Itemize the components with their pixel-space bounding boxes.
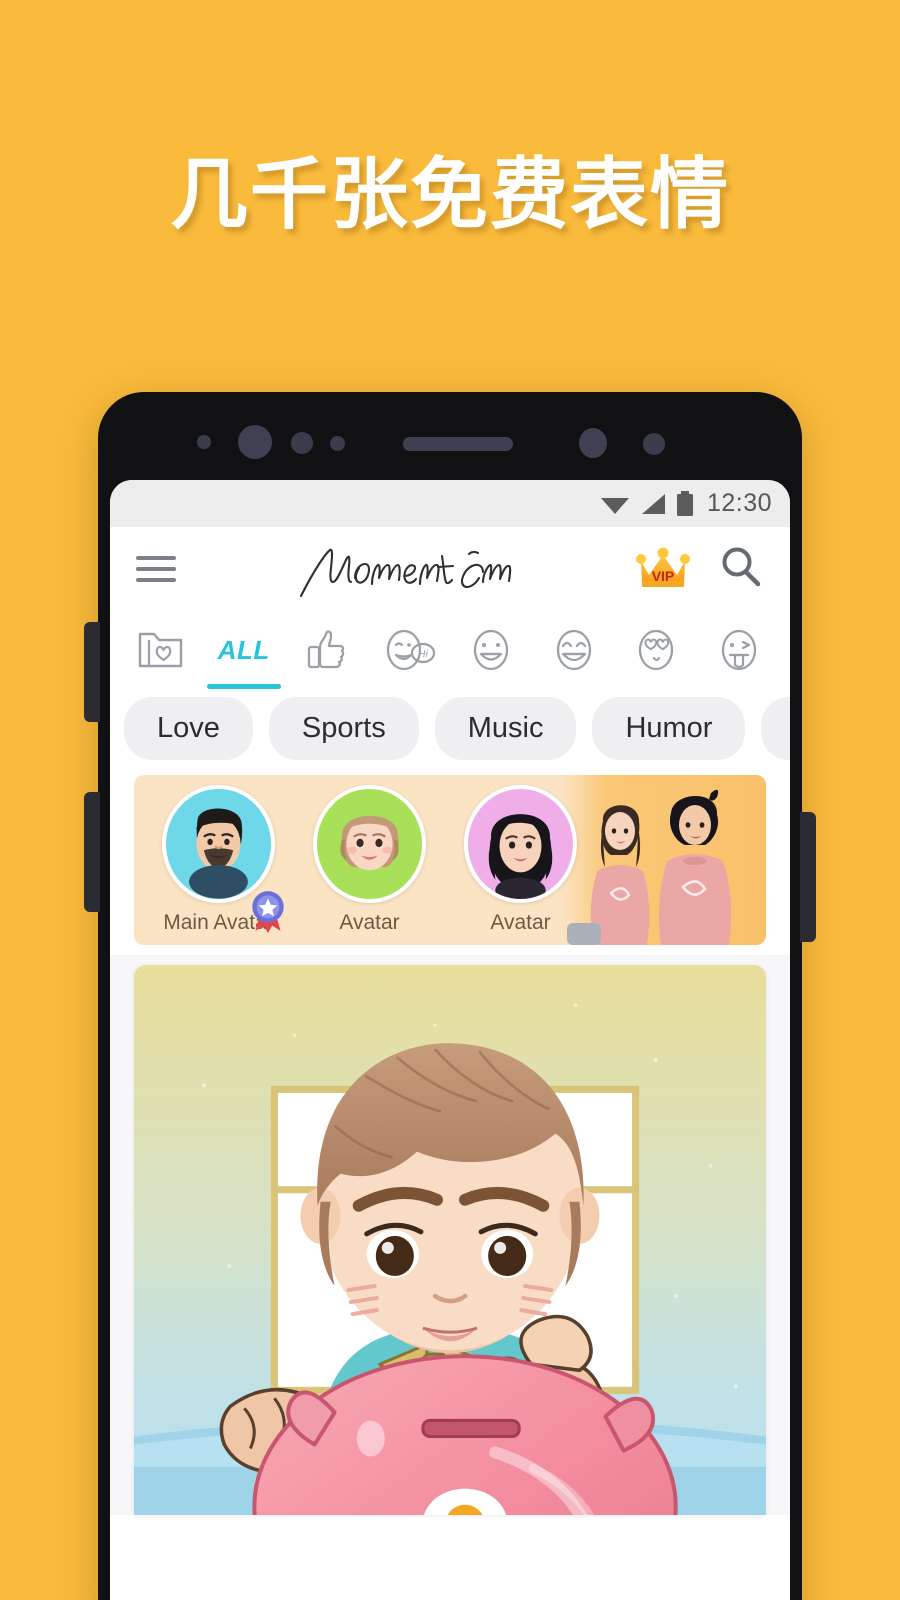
tab-love[interactable] [615,611,698,689]
wifi-icon [600,497,629,514]
vip-label: VIP [652,568,675,584]
phone-mockup: 12:30 VIP ALL Hi Love Sports Music Humor… [84,392,816,1600]
app-logo [176,538,636,600]
front-camera-icon [238,425,272,459]
couple-illustration-icon [567,789,731,945]
menu-bar-1 [136,556,176,560]
power-button[interactable] [800,812,816,942]
phone-top-bezel [98,392,802,480]
chip-humor[interactable]: Humor [592,696,746,760]
category-tab-bar: ALL Hi [110,611,790,689]
tab-all[interactable]: ALL [203,611,286,689]
search-icon [722,547,761,586]
face-hi-bubble-icon: Hi [386,629,435,671]
couple-promo-tile[interactable] [561,775,766,945]
volume-down-button[interactable] [84,792,100,912]
tab-laugh[interactable] [533,611,616,689]
avatar-strip-wrapper: Main Avatar Avatar Avatar [110,767,790,955]
chip-love[interactable]: Love [124,696,253,760]
sensor-dot-icon [643,433,665,455]
chip-romance[interactable]: Rom [761,696,790,760]
menu-icon[interactable] [136,556,176,582]
child-piggybank-illustration-icon [134,965,766,1515]
momentcam-wordmark-icon [299,548,511,598]
battery-icon [676,490,693,516]
thumbs-up-icon [308,630,345,669]
menu-bar-3 [136,578,176,582]
featured-content-area [110,955,790,1515]
folder-heart-icon [139,632,183,668]
tab-all-label: ALL [217,634,270,665]
chip-music[interactable]: Music [434,696,577,760]
avatar-label: Avatar [490,911,551,934]
avatar[interactable] [313,785,426,903]
face-smile-icon [474,629,509,671]
avatar-face-child-icon [340,815,399,871]
category-chip-row[interactable]: Love Sports Music Humor Rom [110,689,790,767]
earpiece-speaker [403,437,513,451]
avatar[interactable] [464,785,577,903]
sensor-dot-icon [197,435,211,449]
avatar-strip: Main Avatar Avatar Avatar [134,775,766,945]
tab-like[interactable] [285,611,368,689]
status-bar-clock: 12:30 [706,489,772,517]
avatar-face-man-icon [189,808,248,899]
vip-crown-icon: VIP [636,547,690,587]
star-badge-icon [252,891,284,933]
sensor-dot-icon [291,432,313,454]
avatar-item-main[interactable]: Main Avatar [152,785,285,935]
menu-bar-2 [136,567,176,571]
avatar-face-woman-icon [488,814,553,899]
status-bar: 12:30 [110,480,790,527]
avatar-item-2[interactable]: Avatar [303,785,436,935]
face-laugh-icon [556,629,591,671]
sensor-dot-icon [330,436,345,451]
search-button[interactable] [718,544,764,595]
avatar[interactable] [162,785,275,903]
cellular-signal-icon [641,493,665,514]
tab-favorites[interactable] [120,611,203,689]
chip-sports[interactable]: Sports [268,696,419,760]
tab-smile[interactable] [450,611,533,689]
svg-text:Hi: Hi [418,649,428,660]
volume-up-button[interactable] [84,622,100,722]
avatar-item-3[interactable]: Avatar [454,785,587,935]
front-camera-icon [579,428,607,458]
face-heart-eyes-icon [639,629,674,671]
tab-greeting[interactable]: Hi [368,611,451,689]
app-header: VIP [110,527,790,611]
page-title: 几千张免费表情 [169,150,730,240]
phone-screen: 12:30 VIP ALL Hi Love Sports Music Humor… [110,480,790,1600]
vip-button[interactable]: VIP [636,543,690,596]
tab-tongue[interactable] [698,611,781,689]
featured-sticker-card[interactable] [134,965,766,1515]
face-tongue-icon [721,629,756,671]
avatar-label: Avatar [339,911,400,934]
